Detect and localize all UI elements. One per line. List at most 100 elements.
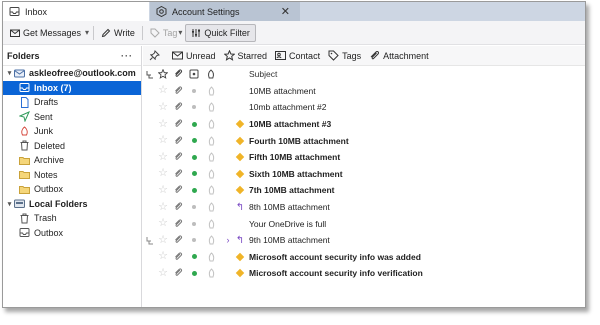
folder-junk[interactable]: Junk bbox=[3, 124, 141, 139]
chevron-down-icon[interactable]: ▾ bbox=[85, 28, 89, 37]
thread-icon[interactable] bbox=[145, 232, 155, 249]
paperclip-icon bbox=[173, 199, 183, 216]
account-askleofree[interactable]: ▾ askleofree@outlook.com bbox=[3, 66, 141, 81]
junk-status-icon[interactable] bbox=[205, 232, 217, 249]
inbox-icon bbox=[19, 82, 30, 93]
folder-local-outbox[interactable]: Outbox bbox=[3, 226, 141, 241]
trash-icon bbox=[19, 213, 30, 224]
get-messages-button[interactable]: Get Messages bbox=[7, 24, 84, 42]
folder-label: Outbox bbox=[34, 184, 64, 195]
read-dot-icon[interactable] bbox=[189, 215, 199, 232]
read-column-icon[interactable] bbox=[189, 66, 199, 83]
account-name: Local Folders bbox=[29, 198, 88, 209]
account-local-folders[interactable]: ▾ Local Folders bbox=[3, 197, 141, 212]
message-row[interactable]: ☆ › ↰ 9th 10MB attachment bbox=[143, 232, 585, 249]
expand-thread-icon[interactable]: › bbox=[223, 232, 233, 249]
chevron-down-icon[interactable]: ▾ bbox=[5, 200, 14, 208]
folder-trash[interactable]: Trash bbox=[3, 211, 141, 226]
junk-status-icon[interactable] bbox=[205, 199, 217, 216]
star-icon[interactable]: ☆ bbox=[157, 265, 169, 282]
star-icon[interactable]: ☆ bbox=[157, 166, 169, 183]
folder-archive[interactable]: Archive bbox=[3, 153, 141, 168]
mail-icon bbox=[172, 50, 183, 61]
contact-icon bbox=[275, 50, 287, 61]
pin-icon[interactable] bbox=[149, 50, 160, 61]
folder-outbox[interactable]: Outbox bbox=[3, 182, 141, 197]
tag-button[interactable]: Tag ▾ bbox=[147, 24, 186, 42]
star-column-icon[interactable] bbox=[157, 66, 169, 83]
message-row[interactable]: ☆ Your OneDrive is full bbox=[143, 215, 585, 232]
read-dot-icon[interactable] bbox=[189, 99, 199, 116]
star-icon[interactable]: ☆ bbox=[157, 116, 169, 133]
junk-status-icon[interactable] bbox=[205, 99, 217, 116]
star-icon[interactable]: ☆ bbox=[157, 99, 169, 116]
junk-status-icon[interactable] bbox=[205, 265, 217, 282]
junk-status-icon[interactable] bbox=[205, 83, 217, 100]
paperclip-icon bbox=[173, 99, 183, 116]
folder-label: Drafts bbox=[34, 97, 59, 108]
junk-status-icon[interactable] bbox=[205, 132, 217, 149]
junk-status-icon[interactable] bbox=[205, 249, 217, 266]
star-icon[interactable]: ☆ bbox=[157, 215, 169, 232]
star-icon[interactable]: ☆ bbox=[157, 199, 169, 216]
paperclip-icon bbox=[173, 132, 183, 149]
junk-status-icon[interactable] bbox=[205, 116, 217, 133]
star-icon[interactable]: ☆ bbox=[157, 249, 169, 266]
message-row[interactable]: ☆ Microsoft account security info verific… bbox=[143, 265, 585, 282]
folder-sent[interactable]: Sent bbox=[3, 110, 141, 125]
close-icon[interactable]: ✕ bbox=[281, 5, 290, 18]
unread-dot-icon[interactable] bbox=[189, 149, 199, 166]
star-icon[interactable]: ☆ bbox=[157, 83, 169, 100]
folder-drafts[interactable]: Drafts bbox=[3, 95, 141, 110]
message-row[interactable]: ☆ 7th 10MB attachment bbox=[143, 182, 585, 199]
read-dot-icon[interactable] bbox=[189, 83, 199, 100]
junk-column-icon[interactable] bbox=[205, 66, 217, 83]
tab-account-settings[interactable]: Account Settings ✕ bbox=[150, 2, 300, 21]
unread-dot-icon[interactable] bbox=[189, 132, 199, 149]
message-row[interactable]: ☆ Fourth 10MB attachment bbox=[143, 132, 585, 149]
message-row[interactable]: ☆ ↰ 8th 10MB attachment bbox=[143, 199, 585, 216]
tab-inbox[interactable]: Inbox bbox=[3, 2, 149, 21]
mail-window: Inbox Account Settings ✕ Get Messages ▾ … bbox=[2, 1, 586, 308]
folder-notes[interactable]: Notes bbox=[3, 168, 141, 183]
star-icon[interactable]: ☆ bbox=[157, 149, 169, 166]
message-row[interactable]: ☆ Fifth 10MB attachment bbox=[143, 149, 585, 166]
junk-status-icon[interactable] bbox=[205, 166, 217, 183]
chevron-down-icon[interactable]: ▾ bbox=[5, 69, 14, 77]
thread-column-icon[interactable] bbox=[145, 66, 155, 83]
unread-dot-icon[interactable] bbox=[189, 116, 199, 133]
message-row[interactable]: ☆ 10MB attachment bbox=[143, 83, 585, 100]
read-dot-icon[interactable] bbox=[189, 232, 199, 249]
folder-deleted[interactable]: Deleted bbox=[3, 139, 141, 154]
unread-dot-icon[interactable] bbox=[189, 265, 199, 282]
more-icon[interactable]: ··· bbox=[121, 51, 133, 61]
message-row[interactable]: ☆ Sixth 10MB attachment bbox=[143, 166, 585, 183]
message-row[interactable]: ☆ 10MB attachment #3 bbox=[143, 116, 585, 133]
folder-inbox[interactable]: Inbox (7) bbox=[3, 80, 141, 95]
folder-icon bbox=[19, 169, 30, 180]
star-icon[interactable]: ☆ bbox=[157, 132, 169, 149]
quick-filter-button[interactable]: Quick Filter bbox=[185, 23, 256, 42]
unread-dot-icon[interactable] bbox=[189, 249, 199, 266]
junk-status-icon[interactable] bbox=[205, 182, 217, 199]
filter-tags-button[interactable]: Tags bbox=[328, 50, 361, 61]
junk-status-icon[interactable] bbox=[205, 149, 217, 166]
subject-column-header[interactable]: Subject bbox=[249, 66, 585, 83]
unread-dot-icon[interactable] bbox=[189, 182, 199, 199]
filter-contact-button[interactable]: Contact bbox=[275, 50, 320, 61]
junk-status-icon[interactable] bbox=[205, 215, 217, 232]
message-row[interactable]: ☆ Microsoft account security info was add… bbox=[143, 249, 585, 266]
filter-unread-button[interactable]: Unread bbox=[172, 50, 216, 61]
star-icon[interactable]: ☆ bbox=[157, 232, 169, 249]
filter-attachment-button[interactable]: Attachment bbox=[369, 50, 429, 61]
read-dot-icon[interactable] bbox=[189, 199, 199, 216]
filter-label: Contact bbox=[289, 50, 321, 61]
filter-starred-button[interactable]: Starred bbox=[223, 50, 267, 61]
message-row[interactable]: ☆ 10mb attachment #2 bbox=[143, 99, 585, 116]
write-button[interactable]: Write bbox=[98, 24, 138, 42]
sent-icon bbox=[19, 111, 30, 123]
attachment-column-icon[interactable] bbox=[173, 66, 183, 83]
unread-dot-icon[interactable] bbox=[189, 166, 199, 183]
toolbar-divider bbox=[93, 25, 95, 40]
star-icon[interactable]: ☆ bbox=[157, 182, 169, 199]
